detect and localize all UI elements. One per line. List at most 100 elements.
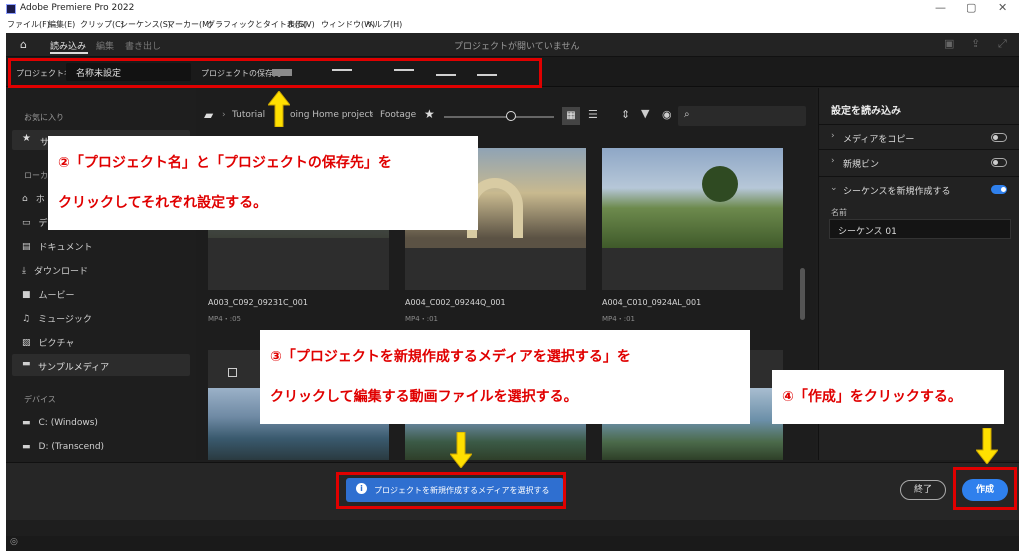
sidebar-section-favorites: お気に入り — [24, 113, 64, 122]
sidebar-item-sample-media[interactable]: ▬ サンプルメディア — [12, 354, 190, 376]
chevron-down-icon[interactable]: ⌄ — [830, 183, 838, 193]
menu-view[interactable]: 表示(V) — [287, 19, 315, 30]
eye-icon[interactable]: ◉ — [662, 108, 672, 121]
breadcrumb-item[interactable]: Footage — [380, 110, 416, 120]
sidebar-item-label: ドキュメント — [38, 243, 93, 253]
menu-bar: ファイル(F) 編集(E) クリップ(C) シーケンス(S) マーカー(M) グ… — [0, 18, 1025, 32]
sidebar-item-movies[interactable]: ■ ムービー — [22, 288, 75, 302]
thumbnail-size-slider[interactable] — [444, 116, 554, 118]
callout-text: ②「プロジェクト名」と「プロジェクトの保存先」を — [58, 155, 392, 171]
menu-sequence[interactable]: シーケンス(S) — [120, 19, 171, 30]
breadcrumb-separator: › — [222, 110, 226, 120]
sidebar-item-downloads[interactable]: ⤓ ダウンロード — [22, 264, 88, 278]
up-arrow-icon — [268, 91, 290, 127]
new-sequence-label: シーケンスを新規作成する — [843, 187, 951, 197]
sequence-name-value: シーケンス 01 — [838, 227, 897, 237]
menu-marker[interactable]: マーカー(M) — [167, 19, 212, 30]
clip-thumbnail[interactable] — [602, 148, 783, 290]
chevron-right-icon: › — [831, 156, 835, 166]
star-filter-icon[interactable]: ★ — [424, 107, 435, 121]
sidebar-item-label: ピクチャ — [38, 339, 75, 349]
copy-media-label: メディアをコピー — [843, 135, 915, 145]
sort-icon[interactable]: ⇕ — [621, 108, 630, 121]
sidebar-item-pictures[interactable]: ▨ ピクチャ — [22, 336, 75, 350]
status-icon: ◎ — [10, 537, 18, 547]
search-input[interactable]: ⌕ — [678, 106, 806, 126]
project-status: プロジェクトが開いていません — [454, 42, 580, 52]
clip-meta: MP4・:05 — [208, 315, 241, 323]
sequence-name-label: 名前 — [831, 208, 847, 217]
copy-media-row[interactable]: › メディアをコピー — [819, 124, 1019, 148]
workspace-icon[interactable]: ▣ — [944, 37, 954, 50]
sidebar-item-documents[interactable]: ▤ ドキュメント — [22, 240, 93, 254]
menu-help[interactable]: ヘルプ(H) — [366, 19, 402, 30]
breadcrumb-item[interactable]: Tutorial — [232, 110, 265, 120]
exit-button[interactable]: 終了 — [900, 480, 946, 500]
minimize-button[interactable]: — — [935, 1, 946, 14]
sidebar-item-label: ムービー — [38, 291, 75, 301]
browser-scrollbar[interactable] — [800, 268, 805, 320]
tab-export[interactable]: 書き出し — [125, 39, 161, 52]
share-icon[interactable]: ⇪ — [971, 37, 980, 50]
grid-view-icon[interactable]: ▦ — [562, 107, 580, 125]
tab-edit[interactable]: 編集 — [96, 39, 114, 52]
new-bin-label: 新規ビン — [843, 160, 880, 170]
active-tab-indicator — [50, 52, 88, 54]
folder-icon[interactable]: ▰ — [204, 108, 213, 122]
download-icon: ⤓ — [22, 265, 26, 276]
sidebar-item-desktop[interactable]: ▭ デ — [22, 216, 48, 230]
slider-handle[interactable] — [506, 111, 516, 121]
sidebar-item-home[interactable]: ⌂ ホ — [22, 192, 45, 206]
folder-icon: ▬ — [22, 442, 31, 452]
clip-preview — [602, 148, 783, 248]
clip-meta: MP4・:01 — [405, 315, 438, 323]
sidebar-item-drive-d[interactable]: ▬ D: (Transcend) — [22, 442, 104, 452]
down-arrow-icon — [976, 428, 998, 464]
clip-name: A003_C092_09231C_001 — [208, 298, 308, 307]
premiere-app-icon — [6, 4, 16, 14]
sidebar-item-music[interactable]: ♫ ミュージック — [22, 312, 92, 326]
document-icon: ▤ — [22, 241, 31, 252]
new-bin-row[interactable]: › 新規ビン — [819, 149, 1019, 173]
new-sequence-section: ⌄ シーケンスを新規作成する 名前 シーケンス 01 — [819, 176, 1019, 246]
callout-step-4: ④「作成」をクリックする。 — [772, 370, 1004, 424]
callout-text: クリックして編集する動画ファイルを選択する。 — [270, 389, 578, 405]
sidebar-item-drive-c[interactable]: ▬ C: (Windows) — [22, 418, 98, 428]
new-sequence-toggle[interactable] — [991, 185, 1007, 194]
callout-text: ③「プロジェクトを新規作成するメディアを選択する」を — [270, 349, 631, 365]
annotation-box-create — [953, 467, 1017, 510]
list-view-icon[interactable]: ☰ — [588, 108, 598, 121]
sidebar-item-label: D: (Transcend) — [38, 442, 105, 452]
menu-clip[interactable]: クリップ(C) — [80, 19, 124, 30]
copy-media-toggle[interactable] — [991, 133, 1007, 142]
sequence-name-input[interactable]: シーケンス 01 — [829, 219, 1011, 239]
music-note-icon: ♫ — [22, 313, 31, 324]
fullscreen-icon[interactable]: ⤢ — [998, 37, 1007, 51]
close-button[interactable]: ✕ — [998, 1, 1007, 14]
sidebar-item-label: ダウンロード — [33, 267, 88, 277]
status-bar: ◎ — [6, 536, 1019, 551]
tab-import[interactable]: 読み込み — [50, 39, 86, 52]
sidebar-item-label: ホ — [35, 195, 45, 205]
breadcrumb-separator: › — [370, 110, 374, 120]
search-icon: ⌕ — [684, 109, 690, 120]
callout-text: ④「作成」をクリックする。 — [782, 389, 962, 405]
sidebar-item-label: C: (Windows) — [38, 418, 98, 428]
sidebar-item-label: サンプルメディア — [38, 363, 110, 373]
filter-icon[interactable]: ▼ — [641, 107, 649, 120]
breadcrumb-item[interactable]: oing Home project — [290, 110, 373, 120]
maximize-button[interactable]: ▢ — [966, 1, 976, 14]
annotation-box-project — [8, 58, 542, 88]
home-icon[interactable]: ⌂ — [20, 38, 27, 51]
home-icon: ⌂ — [22, 193, 28, 204]
annotation-box-select-media — [336, 472, 566, 509]
clip-name: A004_C010_0924AL_001 — [602, 298, 702, 307]
star-icon: ★ — [22, 133, 31, 144]
clip-checkbox[interactable] — [228, 368, 237, 377]
window-titlebar: Adobe Premiere Pro 2022 — ▢ ✕ — [0, 0, 1025, 18]
menu-file[interactable]: ファイル(F) — [7, 19, 50, 30]
sidebar-item-label: デ — [38, 219, 48, 229]
new-bin-toggle[interactable] — [991, 158, 1007, 167]
video-camera-icon: ■ — [22, 289, 31, 300]
menu-edit[interactable]: 編集(E) — [48, 19, 75, 30]
